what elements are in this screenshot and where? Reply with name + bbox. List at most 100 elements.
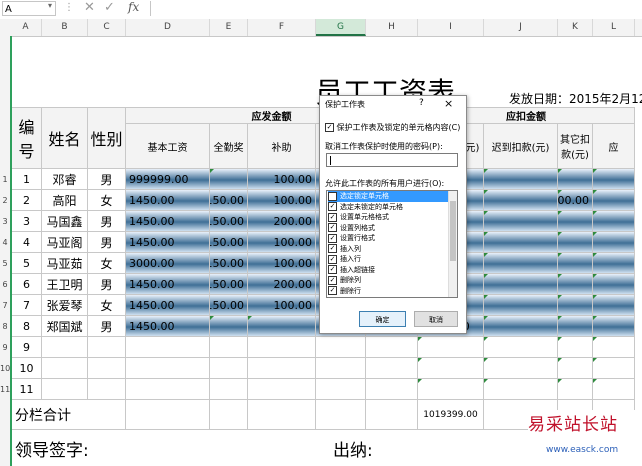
row-header[interactable]: 1: [0, 175, 10, 184]
empty-cell[interactable]: [126, 379, 210, 400]
header-name[interactable]: 姓名: [42, 108, 88, 169]
empty-cell[interactable]: [42, 358, 88, 379]
row-base[interactable]: 3000.00: [126, 253, 210, 274]
row-name[interactable]: 郑国斌: [42, 316, 88, 337]
row-last[interactable]: [593, 190, 635, 211]
chevron-down-icon[interactable]: ▾: [48, 1, 52, 10]
column-header-g[interactable]: G: [316, 19, 366, 36]
empty-cell[interactable]: [88, 379, 126, 400]
cancel-button[interactable]: 取消: [414, 311, 458, 327]
row-attendance[interactable]: 150.00: [210, 274, 248, 295]
row-attendance[interactable]: 150.00: [210, 253, 248, 274]
row-base[interactable]: 1450.00: [126, 211, 210, 232]
row-subsidy[interactable]: 100.00: [248, 169, 316, 190]
row-subsidy[interactable]: 100.00: [248, 295, 316, 316]
empty-cell[interactable]: [88, 337, 126, 358]
empty-cell[interactable]: [593, 379, 635, 400]
permission-checkbox[interactable]: ✓: [328, 265, 337, 274]
empty-cell[interactable]: [126, 358, 210, 379]
empty-cell[interactable]: [316, 358, 366, 379]
protect-checkbox-row[interactable]: ✓ 保护工作表及锁定的单元格内容(C): [325, 122, 460, 133]
row-attendance[interactable]: 150.00: [210, 211, 248, 232]
empty-cell[interactable]: [316, 337, 366, 358]
row-name[interactable]: 马国鑫: [42, 211, 88, 232]
empty-cell[interactable]: [42, 337, 88, 358]
row-subsidy[interactable]: 200.00: [248, 211, 316, 232]
row-late[interactable]: [484, 211, 558, 232]
permission-checkbox[interactable]: ✓: [328, 212, 337, 222]
empty-cell[interactable]: [366, 337, 418, 358]
empty-cell[interactable]: [248, 358, 316, 379]
empty-cell[interactable]: [210, 379, 248, 400]
permission-checkbox[interactable]: ✓: [328, 223, 337, 232]
column-header-j[interactable]: J: [484, 19, 558, 36]
header-attendance[interactable]: 全勤奖: [210, 124, 248, 169]
permission-option[interactable]: ✓ 选定锁定单元格: [328, 191, 448, 202]
empty-cell[interactable]: [558, 379, 593, 400]
row-header[interactable]: 2: [0, 196, 10, 205]
row-no[interactable]: 6: [12, 274, 42, 295]
row-header[interactable]: 9: [0, 343, 10, 352]
row-gender[interactable]: 女: [88, 253, 126, 274]
help-icon[interactable]: ?: [419, 98, 424, 108]
row-gender[interactable]: 女: [88, 190, 126, 211]
row-attendance[interactable]: 150.00: [210, 295, 248, 316]
row-no[interactable]: 7: [12, 295, 42, 316]
row-base[interactable]: 1450.00: [126, 295, 210, 316]
row-last[interactable]: [593, 232, 635, 253]
row-last[interactable]: [593, 316, 635, 337]
permission-option[interactable]: ✓ 插入列: [328, 244, 448, 255]
row-late[interactable]: [484, 274, 558, 295]
permission-checkbox[interactable]: ✓: [328, 254, 337, 264]
row-no[interactable]: 3: [12, 211, 42, 232]
permission-option[interactable]: ✓ 删除行: [328, 286, 448, 297]
empty-cell[interactable]: [210, 337, 248, 358]
permission-checkbox[interactable]: ✓: [328, 233, 337, 243]
cancel-icon[interactable]: ✕: [84, 0, 95, 15]
row-gender[interactable]: 男: [88, 232, 126, 253]
row-subsidy[interactable]: 200.00: [248, 274, 316, 295]
row-base[interactable]: 1450.00: [126, 316, 210, 337]
empty-cell[interactable]: [88, 358, 126, 379]
header-other[interactable]: 其它扣款(元): [558, 124, 593, 169]
row-gender[interactable]: 男: [88, 169, 126, 190]
permission-option[interactable]: ✓ 设置列格式: [328, 223, 448, 234]
permission-option[interactable]: ✓ 设置行格式: [328, 233, 448, 244]
row-last[interactable]: [593, 211, 635, 232]
row-name[interactable]: 邓睿: [42, 169, 88, 190]
permissions-list[interactable]: ✓ 选定锁定单元格 ✓ 选定未锁定的单元格 ✓ 设置单元格格式 ✓ 设置列格式 ✓ 设置行格式 ✓ 插…: [326, 190, 458, 298]
row-base[interactable]: 999999.00: [126, 169, 210, 190]
row-attendance[interactable]: [210, 316, 248, 337]
row-other[interactable]: [558, 295, 593, 316]
row-other[interactable]: [558, 211, 593, 232]
row-header[interactable]: 3: [0, 217, 10, 226]
empty-cell[interactable]: [248, 379, 316, 400]
subtotal-cell[interactable]: [248, 400, 316, 430]
empty-cell[interactable]: [484, 337, 558, 358]
empty-cell[interactable]: [484, 358, 558, 379]
row-late[interactable]: [484, 316, 558, 337]
row-header[interactable]: 7: [0, 301, 10, 310]
empty-cell[interactable]: [418, 379, 484, 400]
header-last[interactable]: 应: [593, 124, 635, 169]
empty-cell[interactable]: [126, 337, 210, 358]
row-subsidy[interactable]: 100.00: [248, 253, 316, 274]
column-header-i[interactable]: I: [418, 19, 484, 36]
column-header-l[interactable]: L: [593, 19, 635, 36]
row-attendance[interactable]: [210, 169, 248, 190]
row-last[interactable]: [593, 253, 635, 274]
permission-checkbox[interactable]: ✓: [328, 286, 337, 295]
ok-button[interactable]: 确定: [359, 311, 406, 327]
row-no[interactable]: 9: [12, 337, 42, 358]
empty-cell[interactable]: [248, 337, 316, 358]
row-gender[interactable]: 女: [88, 295, 126, 316]
row-name[interactable]: 马亚茹: [42, 253, 88, 274]
empty-cell[interactable]: [593, 337, 635, 358]
row-other[interactable]: [558, 316, 593, 337]
column-header-e[interactable]: E: [210, 19, 248, 36]
row-attendance[interactable]: 150.00: [210, 232, 248, 253]
row-late[interactable]: [484, 232, 558, 253]
empty-cell[interactable]: [210, 358, 248, 379]
empty-cell[interactable]: [418, 337, 484, 358]
row-last[interactable]: [593, 169, 635, 190]
